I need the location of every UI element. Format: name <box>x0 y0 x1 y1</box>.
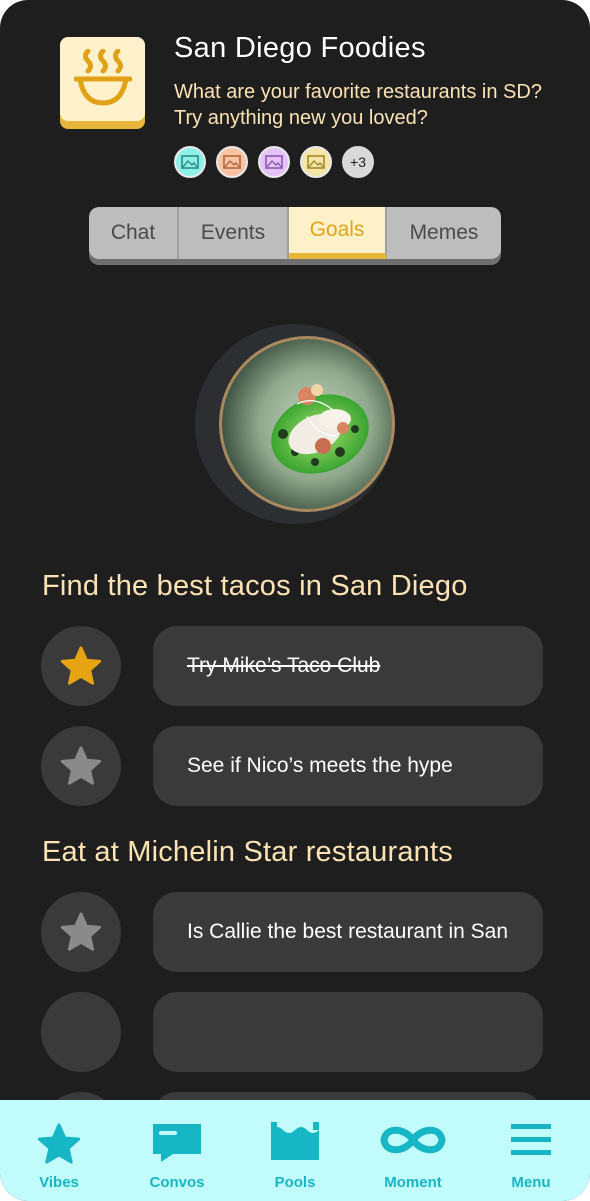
nav-label: Pools <box>274 1174 316 1191</box>
goal-item-text: Try Mike’s Taco Club <box>187 654 381 677</box>
star-icon <box>60 746 102 785</box>
nav-pools[interactable]: Pools <box>236 1100 354 1201</box>
image-placeholder-icon <box>181 155 199 169</box>
menu-icon <box>511 1124 551 1155</box>
food-dish-image <box>195 324 395 524</box>
goal-star-button[interactable] <box>41 992 121 1072</box>
image-placeholder-icon <box>307 155 325 169</box>
nav-menu[interactable]: Menu <box>472 1100 590 1201</box>
goal-item[interactable]: See if Nico’s meets the hype <box>153 726 543 806</box>
goal-item[interactable]: Is Callie the best restaurant in San <box>153 892 543 972</box>
nav-label: Vibes <box>39 1174 79 1191</box>
group-avatar[interactable] <box>60 37 145 129</box>
infinity-icon <box>380 1126 446 1154</box>
goal-star-button[interactable] <box>41 626 121 706</box>
member-avatar[interactable] <box>258 146 290 178</box>
member-avatar[interactable] <box>300 146 332 178</box>
soup-bowl-icon <box>74 49 132 106</box>
goal-item-text: Is Callie the best restaurant in San <box>187 920 509 943</box>
star-icon <box>37 1123 81 1164</box>
goal-title: Eat at Michelin Star restaurants <box>42 836 453 868</box>
tab-memes[interactable]: Memes <box>387 207 501 259</box>
chat-bubble-icon <box>153 1124 201 1162</box>
pool-icon <box>271 1122 319 1160</box>
tab-events[interactable]: Events <box>179 207 289 259</box>
nav-vibes[interactable]: Vibes <box>0 1100 118 1201</box>
group-description: What are your favorite restaurants in SD… <box>174 81 542 129</box>
more-members-badge[interactable]: +3 <box>342 146 374 178</box>
nav-convos[interactable]: Convos <box>118 1100 236 1201</box>
member-avatar[interactable] <box>216 146 248 178</box>
goal-title: Find the best tacos in San Diego <box>42 570 468 602</box>
goal-item-text: See if Nico’s meets the hype <box>187 754 453 777</box>
bottom-nav: Vibes Convos Pools Moment Menu <box>0 1100 590 1201</box>
goal-item[interactable] <box>153 992 543 1072</box>
goal-star-button[interactable] <box>41 892 121 972</box>
nav-label: Menu <box>511 1174 551 1191</box>
tab-bar: Chat Events Goals Memes <box>89 207 501 265</box>
goal-star-button[interactable] <box>41 726 121 806</box>
nav-label: Moment <box>384 1174 442 1191</box>
app-screen: San Diego Foodies What are your favorite… <box>0 0 590 1201</box>
star-filled-icon <box>60 646 102 685</box>
image-placeholder-icon <box>223 155 241 169</box>
member-avatar[interactable] <box>174 146 206 178</box>
image-placeholder-icon <box>265 155 283 169</box>
tab-goals[interactable]: Goals <box>289 207 387 259</box>
goal-item[interactable]: Try Mike’s Taco Club <box>153 626 543 706</box>
nav-label: Convos <box>149 1174 205 1191</box>
nav-moment[interactable]: Moment <box>354 1100 472 1201</box>
group-title: San Diego Foodies <box>174 32 426 64</box>
star-icon <box>60 912 102 951</box>
tab-chat[interactable]: Chat <box>89 207 179 259</box>
